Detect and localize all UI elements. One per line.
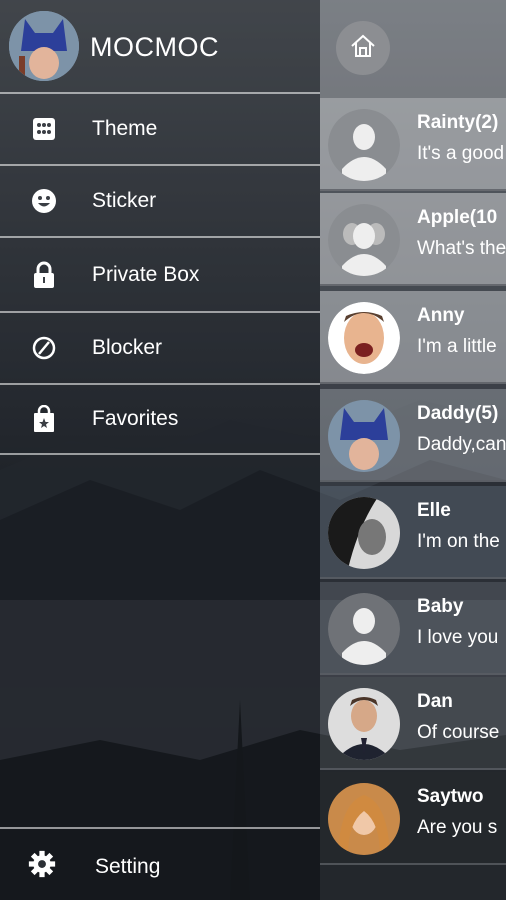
default-avatar-icon — [328, 109, 400, 181]
menu-item-sticker[interactable]: Sticker — [0, 164, 320, 236]
last-message: I'm a little — [417, 336, 497, 357]
chat-row[interactable]: Rainty(2) It's a good — [320, 98, 506, 191]
chat-list-panel: Rainty(2) It's a good Apple(10 What's th… — [320, 0, 506, 900]
last-message: Of course — [417, 722, 500, 743]
settings-label: Setting — [95, 855, 161, 878]
chat-row[interactable]: Saytwo Are you s — [320, 772, 506, 865]
navigation-drawer: MOCMOC Theme Sticker Private Box Blocker — [0, 0, 320, 900]
menu-item-private-box[interactable]: Private Box — [0, 236, 320, 311]
contact-name: Rainty(2) — [417, 112, 499, 133]
chat-row[interactable]: Elle I'm on the — [320, 486, 506, 579]
chat-list-header — [320, 0, 506, 98]
profile-header[interactable]: MOCMOC — [0, 0, 320, 93]
contact-name: Dan — [417, 691, 453, 712]
lock-icon — [30, 261, 58, 289]
contact-avatar — [328, 400, 400, 472]
chat-row[interactable]: Baby I love you — [320, 582, 506, 675]
menu-label-blocker: Blocker — [92, 336, 163, 359]
last-message: It's a good — [417, 143, 505, 164]
contact-name: Daddy(5) — [417, 403, 499, 424]
chat-row[interactable]: Anny I'm a little — [320, 291, 506, 384]
group-avatar-icon — [328, 204, 400, 276]
contact-avatar — [328, 688, 400, 760]
last-message: I love you — [417, 627, 499, 648]
chat-row[interactable]: Dan Of course — [320, 677, 506, 770]
last-message: I'm on the — [417, 531, 500, 552]
app-name: MOCMOC — [90, 32, 219, 62]
menu-label-sticker: Sticker — [92, 189, 157, 212]
last-message: Daddy,can — [417, 434, 506, 455]
menu-item-blocker[interactable]: Blocker — [0, 311, 320, 383]
home-button[interactable] — [336, 21, 390, 75]
contact-name: Anny — [417, 305, 465, 326]
contact-name: Baby — [417, 596, 464, 617]
grid-icon — [30, 115, 58, 143]
block-icon — [30, 334, 58, 362]
user-avatar[interactable] — [9, 11, 79, 81]
contact-name: Apple(10 — [417, 207, 498, 228]
contact-avatar — [328, 302, 400, 374]
gear-icon — [28, 850, 56, 878]
default-avatar-icon — [328, 593, 400, 665]
menu-item-favorites[interactable]: Favorites — [0, 383, 320, 455]
smiley-icon — [30, 187, 58, 215]
chat-row[interactable]: Daddy(5) Daddy,can — [320, 389, 506, 482]
menu-label-theme: Theme — [92, 117, 158, 140]
contact-name: Elle — [417, 500, 451, 521]
menu-item-theme[interactable]: Theme — [0, 92, 320, 164]
contact-avatar — [328, 783, 400, 855]
menu-label-private-box: Private Box — [92, 262, 200, 286]
settings-button[interactable]: Setting — [0, 827, 320, 900]
last-message: What's the — [417, 238, 506, 259]
contact-name: Saytwo — [417, 786, 484, 807]
menu-label-favorites: Favorites — [92, 407, 179, 430]
bag-star-icon — [30, 405, 58, 433]
chat-row[interactable]: Apple(10 What's the — [320, 193, 506, 286]
home-icon — [348, 31, 378, 66]
last-message: Are you s — [417, 817, 498, 838]
contact-avatar — [328, 497, 400, 569]
